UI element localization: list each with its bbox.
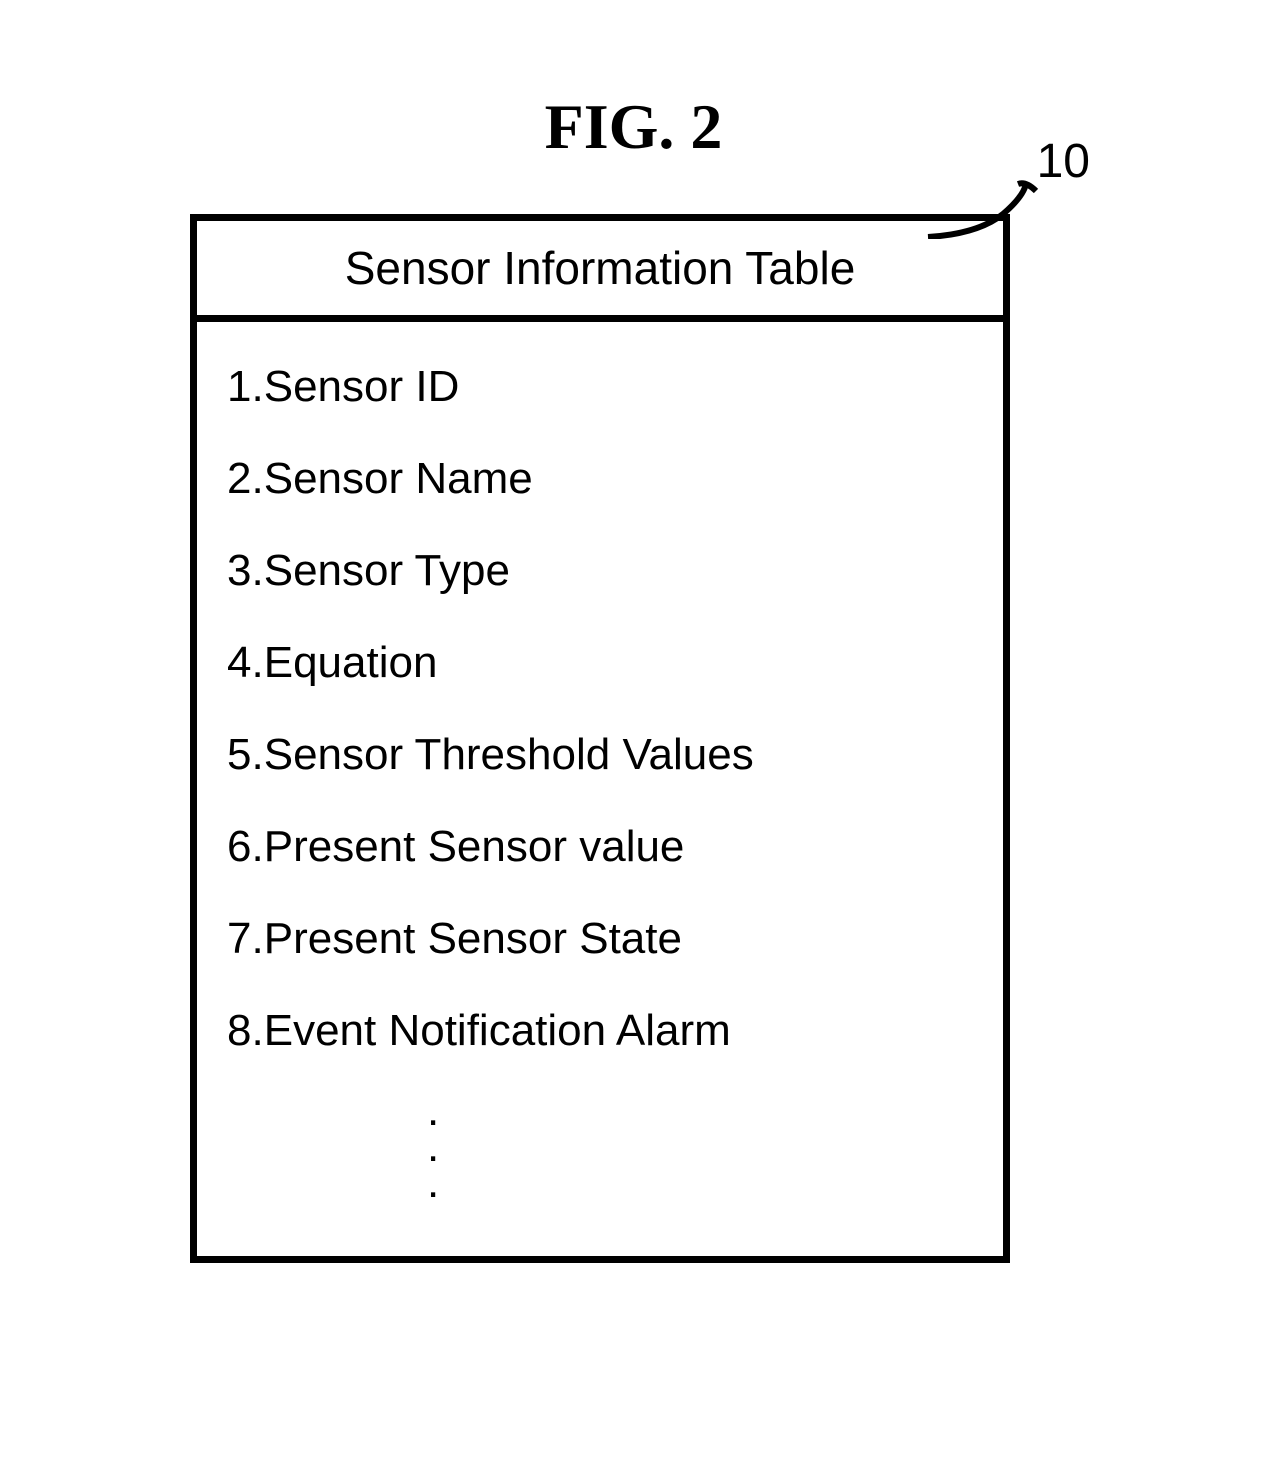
table-row: 7.Present Sensor State [227, 914, 973, 964]
table-row: 2.Sensor Name [227, 454, 973, 504]
row-label: Sensor Type [264, 546, 510, 595]
sensor-info-table: Sensor Information Table 1.Sensor ID 2.S… [190, 214, 1010, 1263]
row-label: Sensor ID [264, 362, 460, 411]
table-row: 6.Present Sensor value [227, 822, 973, 872]
row-number: 1 [227, 362, 251, 411]
row-label: Present Sensor State [264, 914, 682, 963]
row-label: Event Notification Alarm [264, 1006, 731, 1055]
leader-curve [918, 179, 1048, 239]
row-number: 3 [227, 546, 251, 595]
row-number: 2 [227, 454, 251, 503]
row-label: Sensor Name [264, 454, 533, 503]
row-number: 7 [227, 914, 251, 963]
table-row: 4.Equation [227, 638, 973, 688]
row-number: 4 [227, 638, 251, 687]
table-row: 3.Sensor Type [227, 546, 973, 596]
table-header: Sensor Information Table [197, 221, 1003, 322]
table-body: 1.Sensor ID 2.Sensor Name 3.Sensor Type … [197, 322, 1003, 1256]
table-row: 8.Event Notification Alarm [227, 1006, 973, 1056]
row-number: 8 [227, 1006, 251, 1055]
row-label: Equation [264, 638, 438, 687]
vertical-ellipsis: . . . [227, 1098, 973, 1206]
row-number: 5 [227, 730, 251, 779]
row-label: Present Sensor value [264, 822, 685, 871]
table-row: 1.Sensor ID [227, 362, 973, 412]
table-row: 5.Sensor Threshold Values [227, 730, 973, 780]
row-label: Sensor Threshold Values [264, 730, 754, 779]
diagram-container: 10 Sensor Information Table 1.Sensor ID … [190, 214, 1010, 1263]
row-number: 6 [227, 822, 251, 871]
